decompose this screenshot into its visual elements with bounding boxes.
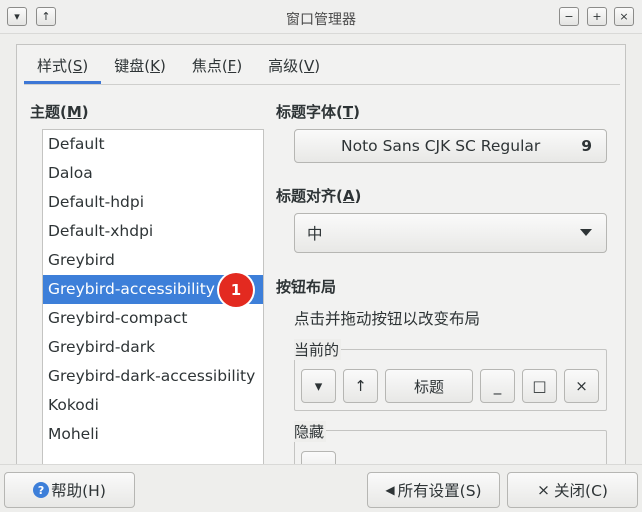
tab-style-label-end: ) [82, 57, 89, 75]
minimize-button[interactable]: − [559, 7, 579, 26]
dropdown-arrow-icon [580, 229, 592, 236]
layout-minimize-button[interactable]: _ [480, 369, 515, 403]
tab-focus-label-end: ) [236, 57, 243, 75]
window-title: 窗口管理器 [286, 12, 356, 28]
title-align-heading: 标题对齐(A) [276, 185, 361, 206]
close-button-label: 关闭(C) [554, 482, 608, 500]
theme-heading-text: 主题( [30, 103, 67, 121]
tab-advanced-label: 高级( [268, 57, 305, 75]
title-font-size: 9 [581, 137, 592, 155]
tab-keyboard-mnemonic: K [150, 57, 160, 75]
theme-item-greybird-dark[interactable]: Greybird-dark [43, 333, 263, 362]
tab-keyboard-label: 键盘( [114, 57, 151, 75]
all-settings-button[interactable]: ◀ 所有设置(S) [367, 472, 500, 508]
layout-raise-button[interactable]: ↑ [343, 369, 378, 403]
title-font-heading-end: ) [353, 103, 360, 121]
theme-item-default-xhdpi[interactable]: Default-xhdpi [43, 217, 263, 246]
tab-advanced[interactable]: 高级(V) [255, 50, 333, 84]
current-layout-label: 当前的 [294, 339, 342, 360]
theme-item-default-hdpi[interactable]: Default-hdpi [43, 188, 263, 217]
tab-focus[interactable]: 焦点(F) [179, 50, 255, 84]
tab-advanced-label-end: ) [314, 57, 321, 75]
help-icon: ? [33, 482, 50, 498]
layout-menu-button[interactable]: ▾ [301, 369, 336, 403]
theme-item-moheli[interactable]: Moheli [43, 420, 263, 449]
theme-item-default[interactable]: Default [43, 130, 263, 159]
maximize-icon: + [592, 10, 602, 23]
layout-title-label: 标题 [413, 377, 444, 396]
layout-title-button[interactable]: 标题 [385, 369, 473, 403]
maximize-button[interactable]: + [587, 7, 607, 26]
tab-style[interactable]: 样式(S) [24, 50, 102, 84]
help-button-label: 帮助(H) [51, 482, 106, 500]
maximize-icon: □ [532, 377, 547, 395]
title-font-heading-mnemonic: T [342, 103, 354, 121]
title-align-combo[interactable]: 中 [294, 213, 607, 253]
chevron-down-icon: ▾ [314, 377, 323, 395]
close-button[interactable]: × 关闭(C) [507, 472, 638, 508]
theme-item-greybird-compact[interactable]: Greybird-compact [43, 304, 263, 333]
tab-keyboard-label-end: ) [159, 57, 166, 75]
title-bar: ▾ ↑ 窗口管理器 − + × [0, 0, 642, 34]
tab-focus-label: 焦点( [191, 57, 228, 75]
tab-keyboard[interactable]: 键盘(K) [101, 50, 179, 84]
title-align-heading-end: ) [354, 187, 362, 205]
tab-bar: 样式(S) 键盘(K) 焦点(F) 高级(V) [24, 50, 333, 84]
minimize-icon: − [564, 10, 574, 23]
button-layout-heading: 按钮布局 [276, 278, 337, 296]
close-icon: × [537, 481, 551, 499]
annotation-badge: 1 [217, 271, 255, 309]
back-arrow-icon: ◀ [385, 483, 395, 497]
theme-heading-end: ) [81, 103, 89, 121]
close-icon: × [575, 377, 588, 395]
hidden-layout-label: 隐藏 [294, 421, 327, 442]
tab-advanced-mnemonic: V [304, 57, 315, 75]
title-align-value: 中 [307, 225, 323, 243]
theme-heading-mnemonic: M [66, 103, 82, 121]
title-font-heading-text: 标题字体( [276, 103, 343, 121]
tab-style-label: 样式( [37, 57, 73, 75]
title-font-name: Noto Sans CJK SC Regular [341, 137, 541, 155]
title-font-button[interactable]: Noto Sans CJK SC Regular 9 [294, 129, 607, 163]
theme-item-greybird[interactable]: Greybird [43, 246, 263, 275]
annotation-badge-number: 1 [219, 273, 253, 307]
all-settings-button-label: 所有设置(S) [397, 482, 482, 500]
tab-divider [24, 84, 620, 85]
title-font-heading: 标题字体(T) [276, 101, 360, 122]
button-layout-hint: 点击并拖动按钮以改变布局 [294, 310, 481, 328]
layout-maximize-button[interactable]: □ [522, 369, 557, 403]
theme-heading: 主题(M) [30, 101, 89, 122]
tab-style-mnemonic: S [72, 57, 83, 75]
layout-close-button[interactable]: × [564, 369, 599, 403]
theme-item-daloa[interactable]: Daloa [43, 159, 263, 188]
arrow-up-icon: ↑ [354, 377, 367, 395]
minimize-icon: _ [493, 377, 502, 395]
help-button[interactable]: ? 帮助(H) [4, 472, 135, 508]
title-align-heading-mnemonic: A [342, 187, 355, 205]
theme-item-kokodi[interactable]: Kokodi [43, 391, 263, 420]
theme-item-greybird-dark-accessibility[interactable]: Greybird-dark-accessibility [43, 362, 263, 391]
close-icon: × [619, 10, 629, 23]
close-window-button[interactable]: × [614, 7, 634, 26]
title-align-heading-text: 标题对齐( [276, 187, 343, 205]
